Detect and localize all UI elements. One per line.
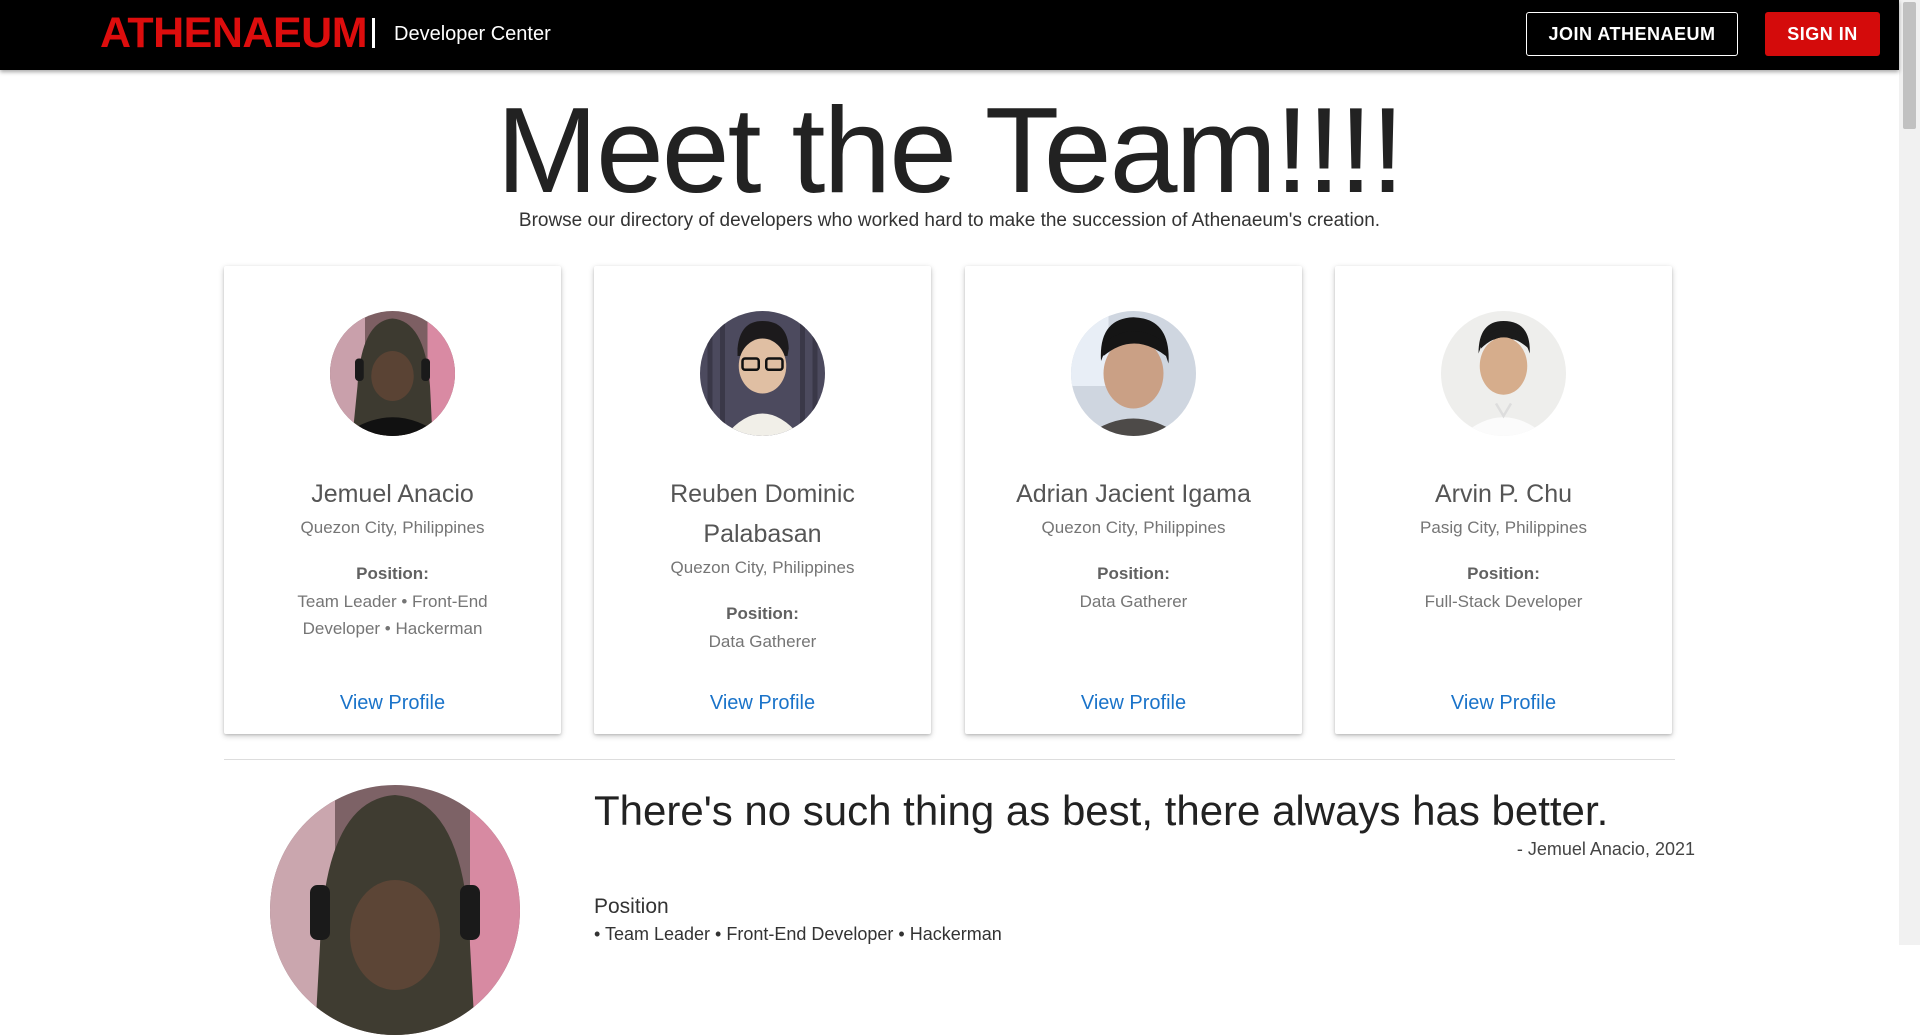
member-location: Pasig City, Philippines <box>1420 518 1587 537</box>
avatar-photo-icon <box>700 311 825 436</box>
member-details: Quezon City, Philippines Position: Data … <box>634 556 891 655</box>
brand-logo[interactable]: ATHENAEUM <box>100 8 368 58</box>
team-card-adrian: Adrian Jacient Igama Quezon City, Philip… <box>965 266 1302 734</box>
member-name: Reuben Dominic Palabasan <box>670 480 855 548</box>
featured-avatar <box>270 785 520 1035</box>
member-position: Data Gatherer <box>1079 592 1188 611</box>
view-profile-link[interactable]: View Profile <box>224 690 561 716</box>
view-profile-link[interactable]: View Profile <box>965 690 1302 716</box>
member-name: Arvin P. Chu <box>1434 480 1573 508</box>
avatar-photo-icon <box>330 311 455 436</box>
quote-attribution: - Jemuel Anacio, 2021 <box>1516 839 1695 859</box>
featured-position-detail: • Team Leader • Front-End Developer • Ha… <box>594 924 1002 944</box>
brand-subtitle: Developer Center <box>394 23 551 45</box>
top-navbar: ATHENAEUM Developer Center JOIN ATHENAEU… <box>0 0 1899 70</box>
avatar <box>1441 311 1566 436</box>
member-location: Quezon City, Philippines <box>670 558 855 577</box>
page-title: Meet the Team!!!! <box>496 82 1404 218</box>
view-profile-link[interactable]: View Profile <box>1335 690 1672 716</box>
member-details: Quezon City, Philippines Position: Team … <box>264 516 521 642</box>
member-position: Data Gatherer <box>708 632 817 651</box>
avatar-photo-icon <box>1441 311 1566 436</box>
member-details: Pasig City, Philippines Position: Full-S… <box>1375 516 1632 615</box>
member-name: Adrian Jacient Igama <box>1016 480 1251 508</box>
avatar <box>700 311 825 436</box>
member-position: Team Leader • Front-End Developer • Hack… <box>297 592 488 638</box>
scrollbar-thumb[interactable] <box>1903 2 1916 129</box>
featured-position-heading: Position <box>594 895 669 918</box>
join-button[interactable]: JOIN ATHENAEUM <box>1526 12 1738 56</box>
avatar <box>1071 311 1196 436</box>
section-divider <box>224 759 1675 760</box>
member-location: Quezon City, Philippines <box>1041 518 1226 537</box>
member-location: Quezon City, Philippines <box>300 518 485 537</box>
position-label: Position: <box>726 604 799 623</box>
brand-separator <box>372 18 375 48</box>
member-details: Quezon City, Philippines Position: Data … <box>1005 516 1262 615</box>
position-label: Position: <box>1467 564 1540 583</box>
team-card-reuben: Reuben Dominic Palabasan Quezon City, Ph… <box>594 266 931 734</box>
sign-in-button[interactable]: SIGN IN <box>1765 12 1880 56</box>
featured-quote: There's no such thing as best, there alw… <box>594 787 1609 834</box>
team-card-jemuel: Jemuel Anacio Quezon City, Philippines P… <box>224 266 561 734</box>
position-label: Position: <box>356 564 429 583</box>
member-name: Jemuel Anacio <box>311 480 474 508</box>
page-subtitle: Browse our directory of developers who w… <box>518 210 1381 231</box>
member-position: Full-Stack Developer <box>1424 592 1583 611</box>
avatar <box>330 311 455 436</box>
team-card-arvin: Arvin P. Chu Pasig City, Philippines Pos… <box>1335 266 1672 734</box>
featured-photo-icon <box>270 785 520 1035</box>
view-profile-link[interactable]: View Profile <box>594 690 931 716</box>
avatar-photo-icon <box>1071 311 1196 436</box>
position-label: Position: <box>1097 564 1170 583</box>
page-scrollbar[interactable] <box>1899 0 1920 945</box>
